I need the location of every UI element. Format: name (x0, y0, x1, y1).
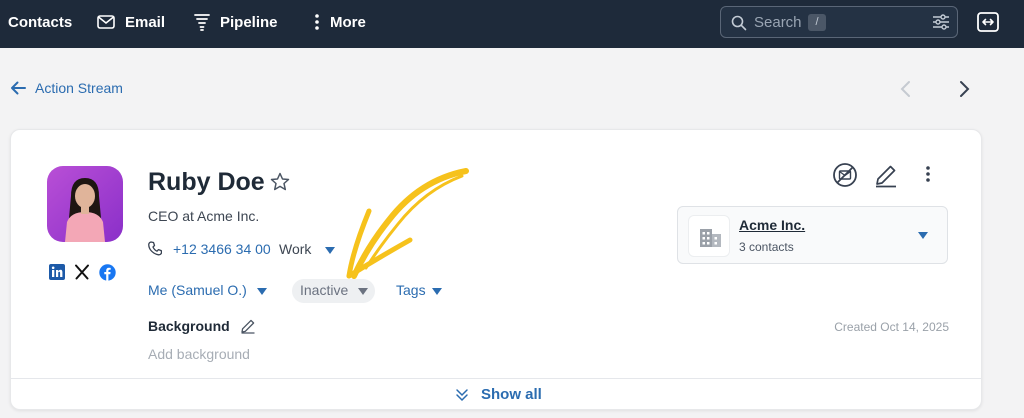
background-heading: Background (148, 318, 230, 334)
facebook-icon[interactable] (99, 264, 116, 281)
owner-chevron-down-icon[interactable] (257, 288, 267, 295)
back-to-action-stream-link[interactable]: Action Stream (10, 80, 123, 96)
top-navigation: Contacts Email Pipeline More Search / (0, 0, 1024, 48)
nav-more-label: More (330, 13, 366, 31)
funnel-icon (194, 14, 210, 31)
company-contacts-count: 3 contacts (739, 240, 794, 254)
vertical-dots-icon (315, 14, 319, 30)
star-icon[interactable] (270, 172, 290, 191)
x-icon[interactable] (74, 264, 90, 280)
created-date: Created Oct 14, 2025 (834, 320, 949, 334)
search-shortcut-key: / (808, 14, 826, 31)
nav-contacts[interactable]: Contacts (8, 0, 72, 44)
status-badge: Inactive (300, 282, 349, 298)
card-divider (11, 378, 981, 379)
nav-email[interactable]: Email (97, 0, 165, 44)
nav-more[interactable]: More (314, 0, 366, 44)
next-record-icon[interactable] (957, 80, 971, 98)
add-background-field[interactable]: Add background (148, 346, 250, 362)
previous-record-icon[interactable] (899, 80, 913, 98)
phone-icon (148, 241, 162, 256)
company-name-link[interactable]: Acme Inc. (739, 217, 805, 233)
nav-email-label: Email (125, 13, 166, 31)
linkedin-icon[interactable] (49, 264, 65, 280)
search-input[interactable]: Search / (720, 6, 958, 38)
search-icon (731, 15, 747, 31)
tags-dropdown[interactable]: Tags (396, 282, 426, 298)
building-icon (700, 229, 721, 247)
avatar-photo (47, 166, 123, 242)
double-chevron-down-icon (456, 388, 468, 401)
back-link-label: Action Stream (35, 80, 123, 96)
company-logo (688, 215, 730, 257)
pencil-icon[interactable] (240, 318, 256, 334)
nav-pipeline[interactable]: Pipeline (194, 0, 278, 44)
avatar (47, 166, 123, 242)
contact-job-title: CEO at Acme Inc. (148, 208, 260, 224)
edit-pencil-icon[interactable] (874, 162, 898, 188)
annotation-arrow-icon (346, 168, 469, 279)
phone-dropdown-icon[interactable] (325, 247, 335, 254)
unsubscribe-icon[interactable] (832, 162, 858, 188)
tags-chevron-down-icon[interactable] (432, 288, 442, 295)
arrow-left-icon (11, 81, 26, 95)
nav-pipeline-label: Pipeline (220, 13, 278, 31)
more-options-icon[interactable] (925, 162, 931, 186)
show-all-label: Show all (481, 386, 542, 403)
contact-name: Ruby Doe (148, 168, 265, 196)
company-card[interactable]: Acme Inc. 3 contacts (677, 206, 948, 264)
status-chevron-down-icon (358, 288, 368, 295)
owner-dropdown[interactable]: Me (Samuel O.) (148, 282, 247, 298)
search-placeholder: Search (754, 14, 802, 31)
contact-card: Ruby Doe CEO at Acme Inc. +12 3466 34 00… (10, 129, 982, 410)
phone-number-link[interactable]: +12 3466 34 00 (173, 241, 271, 257)
phone-type-label: Work (279, 241, 312, 257)
filter-sliders-icon[interactable] (932, 14, 950, 30)
envelope-icon (97, 15, 115, 29)
panel-toggle-icon[interactable] (976, 11, 1000, 33)
company-chevron-down-icon[interactable] (918, 232, 928, 239)
show-all-button[interactable]: Show all (455, 386, 542, 403)
nav-contacts-label: Contacts (8, 13, 73, 31)
